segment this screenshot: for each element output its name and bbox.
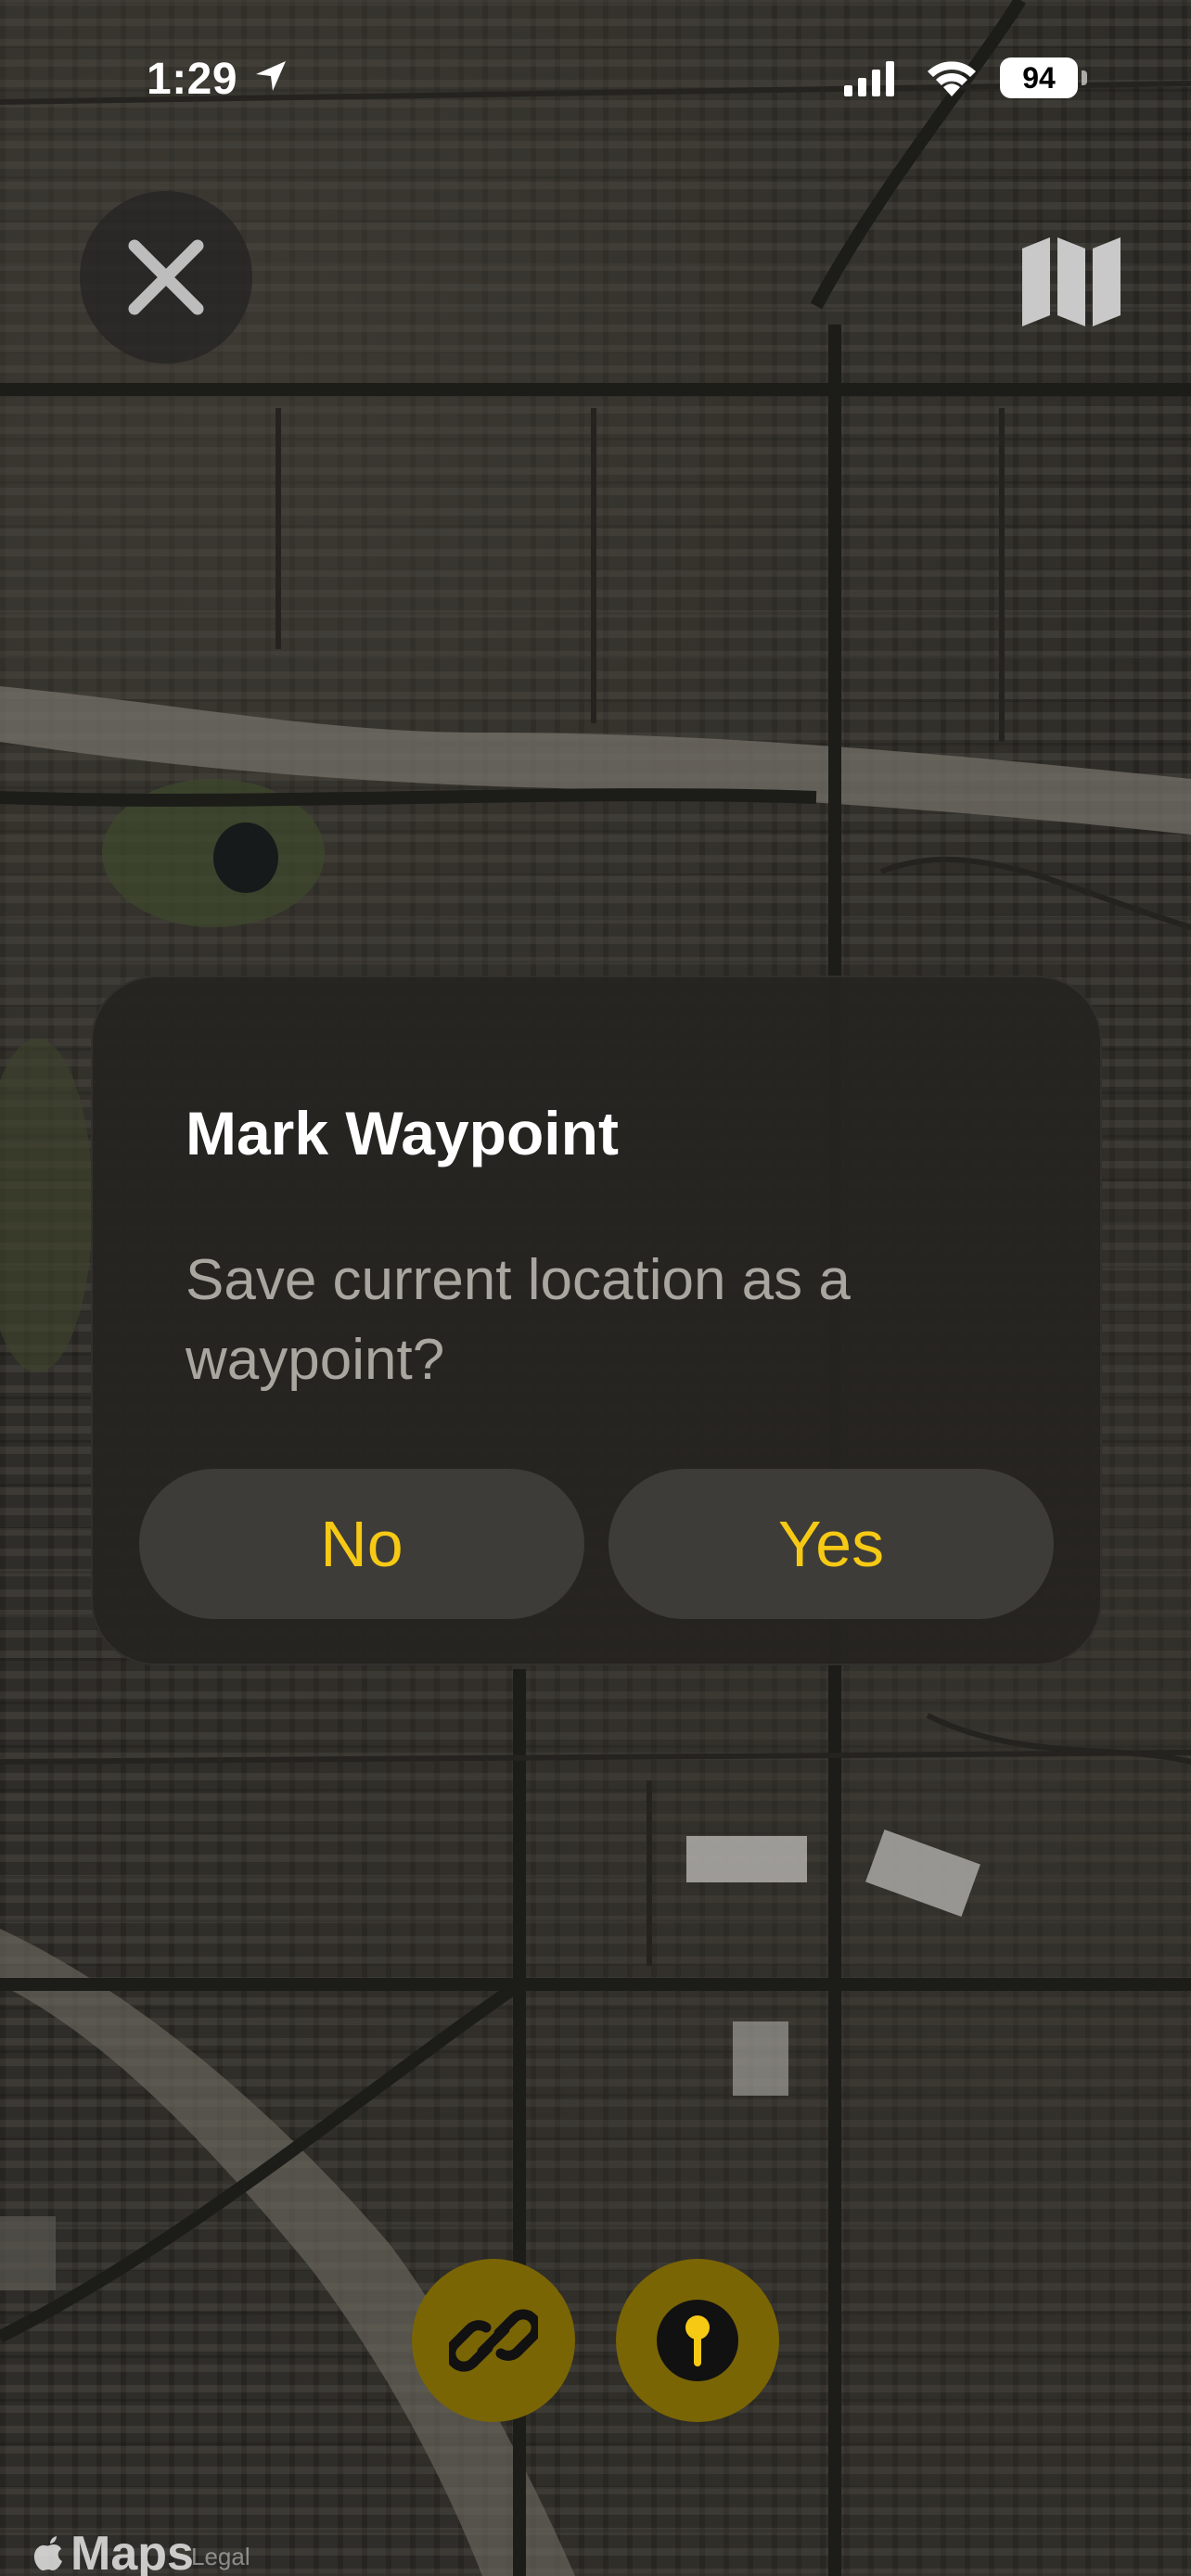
apple-logo-icon (33, 2536, 62, 2570)
dialog-title: Mark Waypoint (186, 1099, 619, 1167)
battery-icon: 94 (1000, 57, 1078, 98)
pin-icon (657, 2300, 738, 2381)
no-button[interactable]: No (139, 1469, 584, 1619)
map-style-button[interactable] (1022, 237, 1121, 326)
wifi-icon (928, 61, 976, 96)
dialog-message: Save current location as a waypoint? (186, 1248, 851, 1392)
yes-button[interactable]: Yes (608, 1469, 1054, 1619)
mark-waypoint-button[interactable] (616, 2259, 779, 2422)
share-link-button[interactable] (412, 2259, 575, 2422)
apple-maps-logo: Maps (33, 2526, 194, 2576)
cellular-signal-icon (844, 61, 894, 96)
link-icon (449, 2309, 538, 2372)
status-time: 1:29 (147, 55, 238, 104)
map-screen: 1:29 94 Mark Waypoint Save current locat… (0, 0, 1191, 2576)
close-button[interactable] (80, 191, 252, 363)
close-icon (128, 239, 204, 315)
status-bar: 1:29 94 (0, 0, 1191, 158)
maps-logo-text: Maps (70, 2527, 194, 2576)
battery-tip (1082, 70, 1087, 85)
legal-link[interactable]: Legal (191, 2543, 250, 2571)
mark-waypoint-dialog: Mark Waypoint Save current location as a… (91, 976, 1102, 1665)
map-icon (1022, 237, 1121, 326)
location-arrow-icon (256, 61, 286, 91)
